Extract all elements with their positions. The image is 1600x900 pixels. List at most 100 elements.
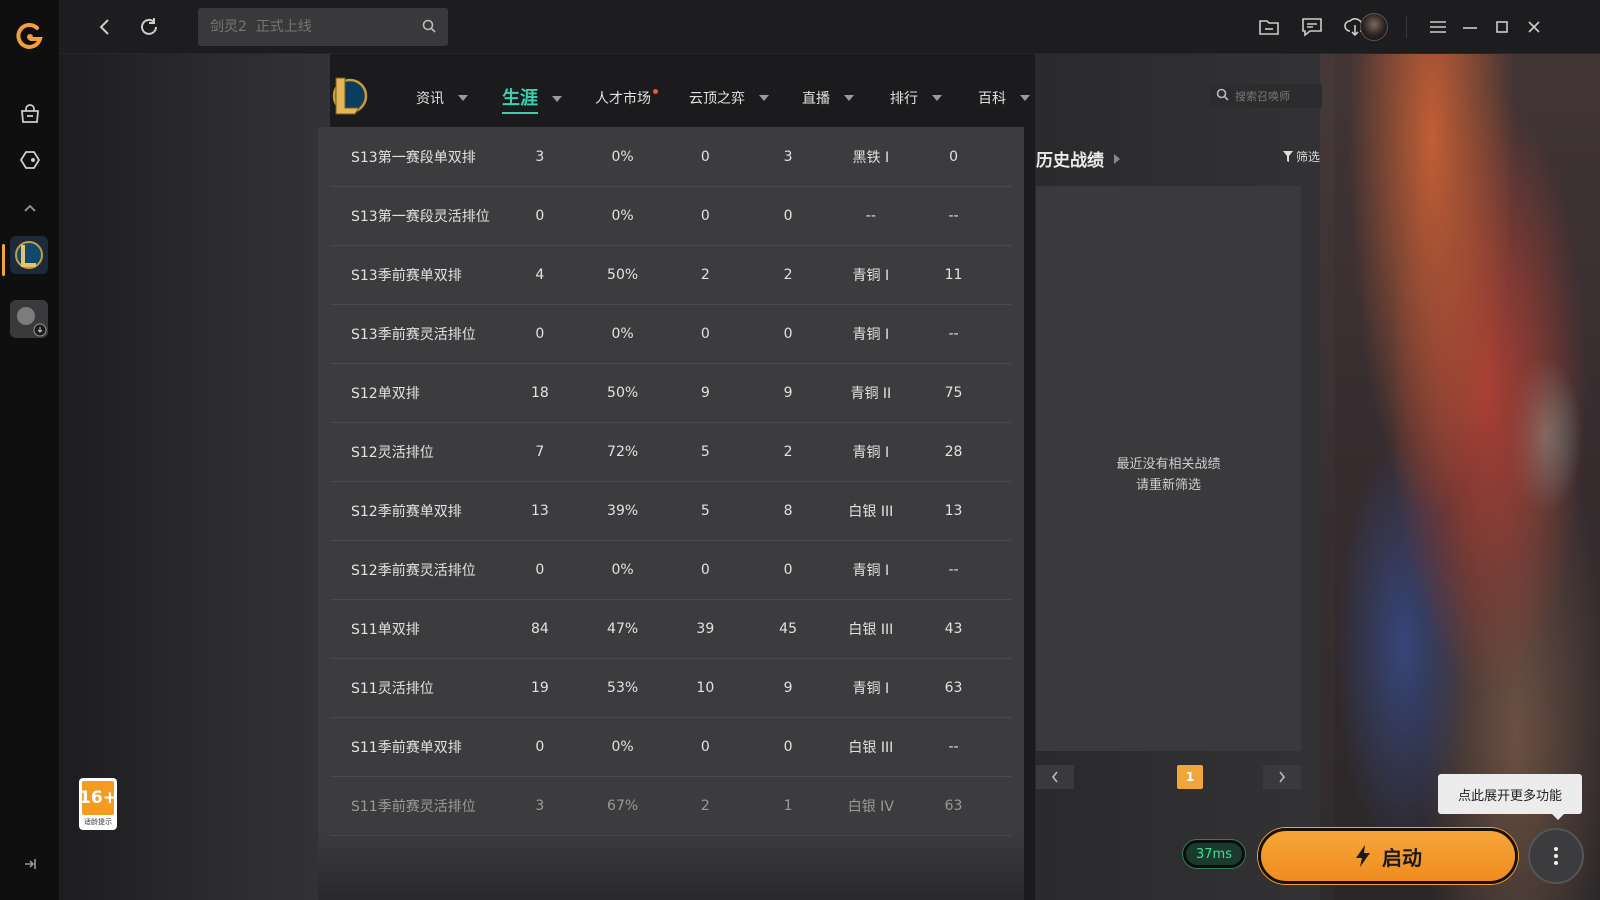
table-row[interactable]: S11灵活排位 19 53% 10 9 青铜 I 63 [330, 658, 1012, 718]
toolbar-divider [1406, 16, 1407, 38]
back-icon[interactable] [90, 12, 120, 42]
career-season-table: S13第一赛段单双排 3 0% 0 3 黑铁 I 0 S13第一赛段灵活排位 0 0% 0 0 -- -… [318, 127, 1024, 900]
rank-tier: -- [865, 207, 876, 224]
nav-live[interactable]: 直播 [802, 88, 854, 108]
nav-talent-market[interactable]: 人才市场 [595, 88, 658, 108]
store-bag-icon[interactable] [14, 98, 46, 130]
history-empty-state: 最近没有相关战绩 请重新筛选 [1036, 454, 1301, 496]
game-nav-bar: 资讯 生涯 人才市场 云顶之弈 直播 排行 百科 搜索召唤师 [320, 66, 1322, 124]
nav-ranking[interactable]: 排行 [890, 88, 942, 108]
win-rate: 72% [607, 443, 639, 460]
nav-career-label: 生涯 [502, 84, 538, 114]
league-points: 0 [949, 148, 959, 165]
table-row[interactable]: S11季前赛单双排 0 0% 0 0 白银 III -- [330, 717, 1012, 777]
win-rate: 53% [607, 679, 639, 696]
nav-tft-label: 云顶之弈 [689, 91, 745, 107]
league-points: -- [948, 207, 959, 224]
wins: 5 [700, 443, 710, 460]
lol-game-tile[interactable] [10, 236, 48, 274]
nav-tft[interactable]: 云顶之弈 [689, 88, 769, 108]
season-name: S13第一赛段灵活排位 [351, 208, 490, 225]
close-icon[interactable] [1519, 12, 1549, 42]
refresh-icon[interactable] [134, 12, 164, 42]
losses: 8 [783, 502, 793, 519]
launch-game-button[interactable]: 启动 [1258, 828, 1518, 884]
caret-down-icon [932, 95, 942, 101]
league-points: 63 [944, 679, 963, 696]
rank-tier: 青铜 I [852, 444, 890, 461]
nav-wiki[interactable]: 百科 [978, 88, 1030, 108]
prev-page-button[interactable] [1036, 765, 1074, 789]
rank-tier: 黑铁 I [852, 149, 890, 166]
folder-icon[interactable] [1254, 12, 1284, 42]
minimize-icon[interactable] [1455, 12, 1485, 42]
more-features-tooltip: 点此展开更多功能 [1438, 774, 1582, 820]
table-row[interactable]: S13第一赛段单双排 3 0% 0 3 黑铁 I 0 [330, 127, 1012, 187]
user-avatar[interactable] [1360, 13, 1388, 41]
table-row[interactable]: S12季前赛单双排 13 39% 5 8 白银 III 13 [330, 481, 1012, 541]
nav-news-label: 资讯 [416, 91, 444, 107]
table-row[interactable]: S13季前赛灵活排位 0 0% 0 0 青铜 I -- [330, 304, 1012, 364]
losses: 0 [783, 738, 793, 755]
game-library-icon[interactable] [14, 144, 46, 176]
losses: 2 [783, 266, 793, 283]
empty-hint: 请重新筛选 [1135, 478, 1201, 493]
menu-icon[interactable] [1423, 12, 1453, 42]
games-count: 19 [530, 679, 549, 696]
table-row[interactable]: S12季前赛灵活排位 0 0% 0 0 青铜 I -- [330, 540, 1012, 600]
league-points: 28 [944, 443, 963, 460]
games-count: 18 [530, 384, 549, 401]
table-row[interactable]: S11季前赛灵活排位 3 67% 2 1 白银 IV 63 [330, 776, 1012, 836]
league-points: -- [948, 561, 959, 578]
history-title-label: 历史战绩 [1036, 151, 1104, 171]
caret-down-icon [844, 95, 854, 101]
message-icon[interactable] [1297, 12, 1327, 42]
rank-tier: 白银 III [848, 503, 894, 520]
table-row[interactable]: S13第一赛段灵活排位 0 0% 0 0 -- -- [330, 186, 1012, 246]
league-points: 11 [944, 266, 963, 283]
wins: 5 [700, 502, 710, 519]
table-row[interactable]: S12单双排 18 50% 9 9 青铜 II 75 [330, 363, 1012, 423]
season-name: S12季前赛灵活排位 [351, 562, 476, 579]
table-row[interactable]: S12灵活排位 7 72% 5 2 青铜 I 28 [330, 422, 1012, 482]
global-search-input[interactable] [210, 19, 420, 35]
table-row[interactable]: S11单双排 84 47% 39 45 白银 III 43 [330, 599, 1012, 659]
table-row[interactable]: S13季前赛单双排 4 50% 2 2 青铜 I 11 [330, 245, 1012, 305]
chevron-right-icon [1279, 771, 1286, 783]
bns-game-tile[interactable] [10, 300, 48, 338]
league-points: 43 [944, 620, 963, 637]
losses: 0 [783, 325, 793, 342]
nav-talent-market-label: 人才市场 [595, 91, 651, 107]
filter-icon [1283, 151, 1293, 162]
season-name: S11单双排 [351, 621, 420, 638]
wins: 0 [700, 738, 710, 755]
nav-news[interactable]: 资讯 [416, 88, 468, 108]
rank-tier: 青铜 II [850, 385, 892, 402]
chevron-up-icon[interactable] [14, 192, 46, 224]
lol-logo-icon[interactable] [328, 74, 368, 118]
next-page-button[interactable] [1263, 765, 1301, 789]
page-number[interactable]: 1 [1177, 765, 1203, 789]
rank-tier: 青铜 I [852, 680, 890, 697]
games-count: 3 [535, 797, 545, 814]
summoner-search[interactable]: 搜索召唤师 [1210, 84, 1322, 108]
more-options-button[interactable] [1528, 828, 1584, 884]
collapse-sidebar-icon[interactable] [18, 852, 42, 876]
league-points: -- [948, 738, 959, 755]
season-name: S12灵活排位 [351, 444, 434, 461]
nav-career[interactable]: 生涯 [502, 84, 562, 114]
season-name: S13季前赛单双排 [351, 267, 462, 284]
history-title[interactable]: 历史战绩 [1036, 146, 1120, 171]
filter-button[interactable]: 筛选 [1283, 148, 1320, 165]
more-vertical-icon [1554, 847, 1558, 865]
games-count: 0 [535, 207, 545, 224]
losses: 45 [779, 620, 797, 637]
wins: 0 [700, 325, 710, 342]
league-points: 75 [944, 384, 963, 401]
caret-down-icon [458, 95, 468, 101]
win-rate: 0% [611, 561, 634, 578]
app-logo-icon[interactable] [15, 22, 45, 52]
search-icon[interactable] [422, 18, 436, 37]
background-left [60, 54, 330, 900]
maximize-icon[interactable] [1487, 12, 1517, 42]
